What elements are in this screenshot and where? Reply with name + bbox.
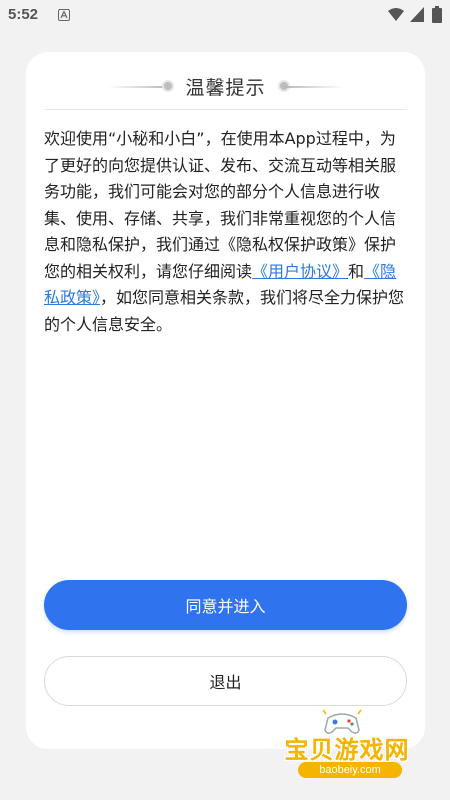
privacy-dialog: 温馨提示 欢迎使用“小秘和小白”，在使用本App过程中，为了更好的向您提供认证、…: [26, 52, 425, 749]
exit-button-label: 退出: [209, 673, 242, 692]
dialog-title: 温馨提示: [185, 77, 266, 99]
dialog-body: 欢迎使用“小秘和小白”，在使用本App过程中，为了更好的向您提供认证、发布、交流…: [44, 126, 410, 338]
wifi-icon: [388, 8, 404, 21]
body-text-part1: 欢迎使用“小秘和小白”，在使用本App过程中，为了更好的向您提供认证、发布、交流…: [44, 129, 397, 281]
watermark: 宝贝游戏网 baobeiy.com: [272, 708, 422, 780]
agree-button-label: 同意并进入: [185, 597, 266, 616]
watermark-url: baobeiy.com: [298, 762, 402, 778]
watermark-text: 宝贝游戏网: [284, 736, 410, 764]
user-agreement-link[interactable]: 《用户协议》: [252, 262, 348, 281]
title-decoration-right: [284, 86, 344, 88]
notification-a-icon: [58, 9, 70, 21]
agree-and-enter-button[interactable]: 同意并进入: [44, 580, 407, 630]
exit-button[interactable]: 退出: [44, 656, 407, 706]
header-divider: [44, 109, 407, 110]
dialog-header: 温馨提示: [26, 72, 425, 102]
signal-icon: [410, 7, 424, 22]
status-bar: 5:52: [0, 0, 450, 32]
battery-icon: [432, 6, 442, 23]
status-time: 5:52: [8, 6, 39, 23]
body-connector: 和: [348, 261, 365, 281]
